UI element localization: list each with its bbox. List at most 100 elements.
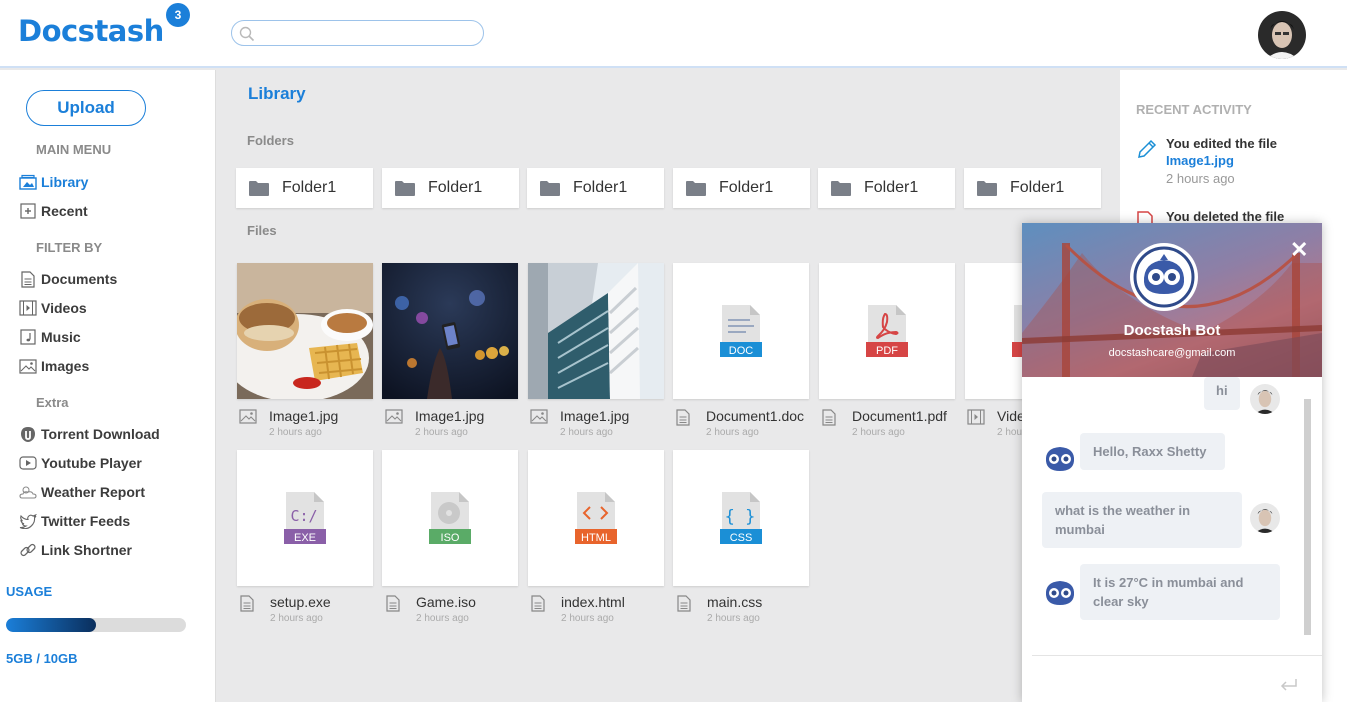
sidebar-item-label: Youtube Player <box>41 455 142 471</box>
sidebar-item-twitter[interactable]: Twitter Feeds <box>18 511 130 531</box>
document-icon <box>822 409 842 426</box>
file-label: index.html 2 hours ago <box>531 594 625 624</box>
folder-card[interactable]: Folder1 <box>527 168 664 208</box>
file-name[interactable]: Image1.jpg <box>560 408 629 424</box>
video-icon <box>967 409 987 425</box>
file-card[interactable]: ISO <box>382 450 518 586</box>
user-avatar <box>1250 503 1280 533</box>
file-label: setup.exe 2 hours ago <box>240 594 331 624</box>
sidebar-item-music[interactable]: Music <box>18 327 81 347</box>
notification-badge[interactable]: 3 <box>166 3 190 27</box>
sidebar-item-label: Library <box>41 174 89 190</box>
search-icon <box>239 26 255 42</box>
sidebar-item-weather[interactable]: Weather Report <box>18 482 145 502</box>
sidebar-item-label: Images <box>41 358 90 374</box>
activity-item: You edited the file Image1.jpg 2 hours ago <box>1136 136 1277 186</box>
file-name[interactable]: index.html <box>561 594 625 610</box>
file-card[interactable] <box>382 263 518 399</box>
sidebar-item-label: Recent <box>41 203 88 219</box>
sidebar-item-label: Videos <box>41 300 87 316</box>
file-card[interactable] <box>237 263 373 399</box>
files-heading: Files <box>247 223 277 238</box>
file-label: Vide 2 hou <box>967 408 1025 438</box>
file-time: 2 hours ago <box>706 427 759 438</box>
sidebar-item-youtube[interactable]: Youtube Player <box>18 453 142 473</box>
folder-card[interactable]: Folder1 <box>236 168 373 208</box>
file-name[interactable]: main.css <box>707 594 762 610</box>
file-card[interactable]: { } CSS <box>673 450 809 586</box>
image-icon <box>239 409 259 424</box>
file-name[interactable]: Vide <box>997 408 1025 424</box>
file-name[interactable]: Document1.pdf <box>852 408 947 424</box>
css-file-icon: { } CSS <box>720 492 762 544</box>
close-icon[interactable]: ✕ <box>1290 237 1308 263</box>
header: Docstash 3 <box>0 0 1347 68</box>
sidebar-item-link-shortner[interactable]: Link Shortner <box>18 540 132 560</box>
file-name[interactable]: Document1.doc <box>706 408 804 424</box>
sidebar-item-images[interactable]: Images <box>18 356 89 376</box>
image-icon <box>530 409 550 424</box>
activity-time: 2 hours ago <box>1166 171 1235 186</box>
file-label: Document1.doc 2 hours ago <box>676 408 804 438</box>
chat-scrollbar[interactable] <box>1304 399 1311 635</box>
usage-progress-fill <box>6 618 96 632</box>
document-icon <box>386 595 406 612</box>
folder-name: Folder1 <box>573 179 628 196</box>
page-title: Library <box>248 84 306 103</box>
enter-icon[interactable] <box>1280 678 1298 692</box>
activity-action: You edited the file <box>1166 136 1277 151</box>
bot-email: docstashcare@gmail.com <box>1108 347 1236 359</box>
file-time: 2 hours ago <box>415 427 468 438</box>
sidebar-item-library[interactable]: Library <box>18 172 88 192</box>
link-icon <box>18 540 38 560</box>
activity-heading: RECENT ACTIVITY <box>1136 102 1252 117</box>
bot-message: It is 27°C in mumbai and clear sky <box>1080 564 1280 620</box>
folder-icon <box>394 180 416 197</box>
bot-message: Hello, Raxx Shetty <box>1080 433 1225 470</box>
library-icon <box>18 172 38 192</box>
user-avatar <box>1250 384 1280 414</box>
folder-name: Folder1 <box>719 179 774 196</box>
video-icon <box>18 298 38 318</box>
sidebar-item-documents[interactable]: Documents <box>18 269 117 289</box>
file-card[interactable]: PDF <box>819 263 955 399</box>
folder-card[interactable]: Folder1 <box>964 168 1101 208</box>
sidebar-item-torrent[interactable]: Torrent Download <box>18 424 160 444</box>
file-name[interactable]: Image1.jpg <box>269 408 338 424</box>
upload-button[interactable]: Upload <box>26 90 146 126</box>
file-name[interactable]: Image1.jpg <box>415 408 484 424</box>
file-card[interactable]: C:/ EXE <box>237 450 373 586</box>
image-icon <box>18 356 38 376</box>
user-message: hi <box>1204 377 1240 410</box>
document-icon <box>677 595 697 612</box>
folder-name: Folder1 <box>864 179 919 196</box>
usage-progress-bar <box>6 618 186 632</box>
file-time: 2 hou <box>997 427 1023 438</box>
sidebar-item-label: Torrent Download <box>41 426 160 442</box>
file-label: Image1.jpg 2 hours ago <box>530 408 629 438</box>
bot-avatar <box>1130 243 1198 311</box>
folder-card[interactable]: Folder1 <box>382 168 519 208</box>
file-name[interactable]: setup.exe <box>270 594 331 610</box>
document-icon <box>240 595 260 612</box>
building-photo <box>528 263 664 399</box>
svg-text:DOC: DOC <box>729 345 754 357</box>
file-name[interactable]: Game.iso <box>416 594 476 610</box>
file-time: 2 hours ago <box>560 427 613 438</box>
file-card[interactable]: HTML <box>528 450 664 586</box>
sidebar-item-videos[interactable]: Videos <box>18 298 87 318</box>
search-input[interactable] <box>231 20 484 46</box>
folder-card[interactable]: Folder1 <box>673 168 810 208</box>
activity-file-link[interactable]: Image1.jpg <box>1166 153 1277 168</box>
folders-heading: Folders <box>247 133 294 148</box>
logo[interactable]: Docstash <box>18 14 164 48</box>
chat-header: ✕ Docstash Bot docstashcare@gmail.com <box>1022 223 1322 377</box>
document-icon <box>676 409 696 426</box>
folder-card[interactable]: Folder1 <box>818 168 955 208</box>
user-avatar[interactable] <box>1258 11 1306 59</box>
file-card[interactable] <box>528 263 664 399</box>
file-card[interactable]: DOC <box>673 263 809 399</box>
folder-name: Folder1 <box>282 179 337 196</box>
sidebar-item-recent[interactable]: Recent <box>18 201 88 221</box>
chat-input[interactable] <box>1032 655 1322 656</box>
